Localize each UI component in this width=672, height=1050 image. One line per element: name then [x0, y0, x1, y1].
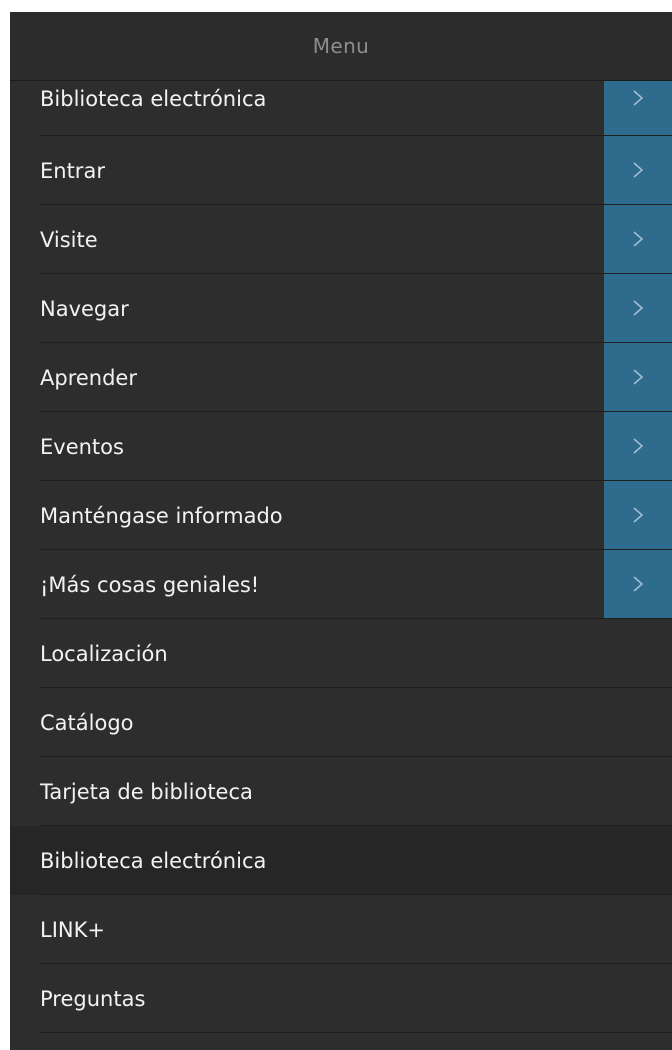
submenu-toggle-biblioteca-electronica[interactable]	[604, 81, 672, 136]
menu-header: Menu	[10, 12, 672, 81]
menu-item-label: Visite	[40, 227, 98, 252]
menu-item-mas-cosas-geniales[interactable]: ¡Más cosas geniales!	[10, 550, 672, 619]
menu-item-navegar[interactable]: Navegar	[10, 274, 672, 343]
menu-item-label: Tarjeta de biblioteca	[40, 779, 253, 804]
submenu-toggle-eventos[interactable]	[604, 412, 672, 481]
menu-item-label: Localización	[40, 641, 168, 666]
menu-item-label: LINK+	[40, 917, 105, 942]
chevron-right-icon	[633, 300, 644, 316]
submenu-toggle-mas-cosas-geniales[interactable]	[604, 550, 672, 619]
menu-item-entrar[interactable]: Entrar	[10, 136, 672, 205]
menu-item-label: Biblioteca electrónica	[40, 87, 267, 111]
submenu-toggle-navegar[interactable]	[604, 274, 672, 343]
menu-item-biblioteca-electronica[interactable]: Biblioteca electrónica	[10, 81, 672, 136]
submenu-toggle-visite[interactable]	[604, 205, 672, 274]
chevron-right-icon	[633, 90, 644, 106]
submenu-toggle-aprender[interactable]	[604, 343, 672, 412]
chevron-right-icon	[633, 576, 644, 592]
menu-item-link-plus[interactable]: LINK+	[10, 895, 672, 964]
menu-item-biblioteca-electronica-active[interactable]: Biblioteca electrónica	[10, 826, 672, 895]
menu-item-localizacion[interactable]: Localización	[10, 619, 672, 688]
menu-item-label: Biblioteca electrónica	[40, 848, 267, 873]
menu-item-mantengase-informado[interactable]: Manténgase informado	[10, 481, 672, 550]
chevron-right-icon	[633, 231, 644, 247]
menu-item-label: Navegar	[40, 296, 129, 321]
menu-item-aprender[interactable]: Aprender	[10, 343, 672, 412]
menu-item-label: Entrar	[40, 158, 105, 183]
chevron-right-icon	[633, 507, 644, 523]
menu-item-eventos[interactable]: Eventos	[10, 412, 672, 481]
mobile-menu-panel: Menu Biblioteca electrónica Entrar Visit…	[10, 12, 672, 1050]
submenu-toggle-mantengase-informado[interactable]	[604, 481, 672, 550]
menu-item-label: Aprender	[40, 365, 137, 390]
menu-item-visite[interactable]: Visite	[10, 205, 672, 274]
menu-item-catalogo[interactable]: Catálogo	[10, 688, 672, 757]
submenu-toggle-entrar[interactable]	[604, 136, 672, 205]
menu-item-label: Eventos	[40, 434, 124, 459]
menu-item-label: Preguntas	[40, 986, 146, 1011]
menu-item-label: Catálogo	[40, 710, 134, 735]
menu-item-tarjeta-de-biblioteca[interactable]: Tarjeta de biblioteca	[10, 757, 672, 826]
menu-item-label: ¡Más cosas geniales!	[40, 572, 260, 597]
chevron-right-icon	[633, 438, 644, 454]
menu-item-preguntas[interactable]: Preguntas	[10, 964, 672, 1033]
chevron-right-icon	[633, 162, 644, 178]
menu-list: Biblioteca electrónica Entrar Visite Nav…	[10, 81, 672, 1033]
menu-item-label: Manténgase informado	[40, 503, 283, 528]
chevron-right-icon	[633, 369, 644, 385]
menu-title: Menu	[312, 34, 370, 58]
